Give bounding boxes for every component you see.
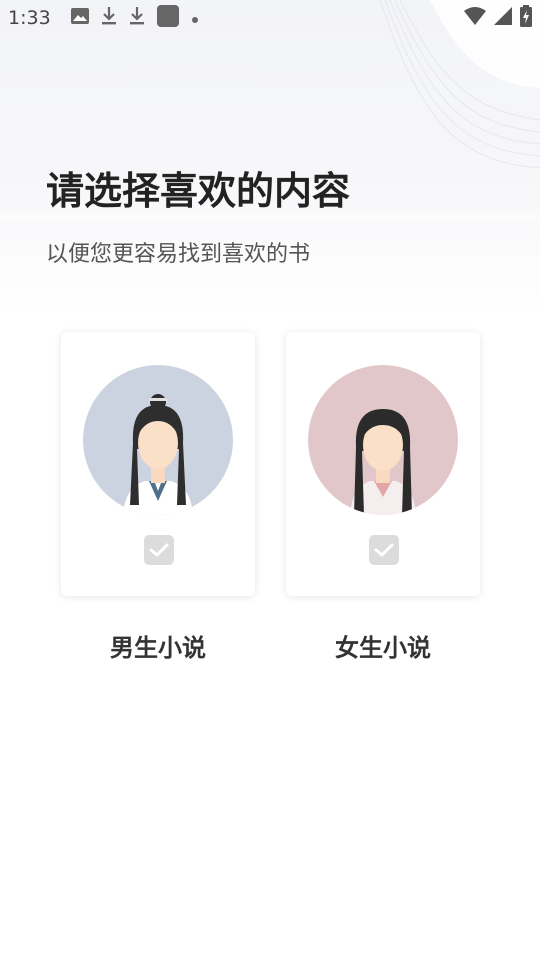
image-icon xyxy=(70,7,89,29)
page-title: 请选择喜欢的内容 xyxy=(46,169,351,213)
check-icon xyxy=(374,543,394,557)
app-square-icon xyxy=(156,4,179,32)
dot-icon xyxy=(191,7,199,29)
female-avatar xyxy=(308,365,458,515)
status-time: 1:33 xyxy=(8,7,51,29)
male-novel-label[interactable]: 男生小说 xyxy=(61,628,255,663)
status-bar: 1:33 xyxy=(0,0,540,36)
male-avatar xyxy=(83,365,233,515)
female-checkbox[interactable] xyxy=(369,535,399,565)
download-icon xyxy=(129,6,145,31)
male-checkbox[interactable] xyxy=(144,535,174,565)
male-novel-card[interactable] xyxy=(61,332,255,596)
download-icon xyxy=(101,6,117,31)
battery-charging-icon xyxy=(520,4,532,32)
page-subtitle: 以便您更容易找到喜欢的书 xyxy=(46,242,311,267)
female-novel-label[interactable]: 女生小说 xyxy=(286,628,480,663)
wifi-icon xyxy=(464,6,486,30)
signal-icon xyxy=(494,6,512,30)
female-novel-card[interactable] xyxy=(286,332,480,596)
check-icon xyxy=(149,543,169,557)
